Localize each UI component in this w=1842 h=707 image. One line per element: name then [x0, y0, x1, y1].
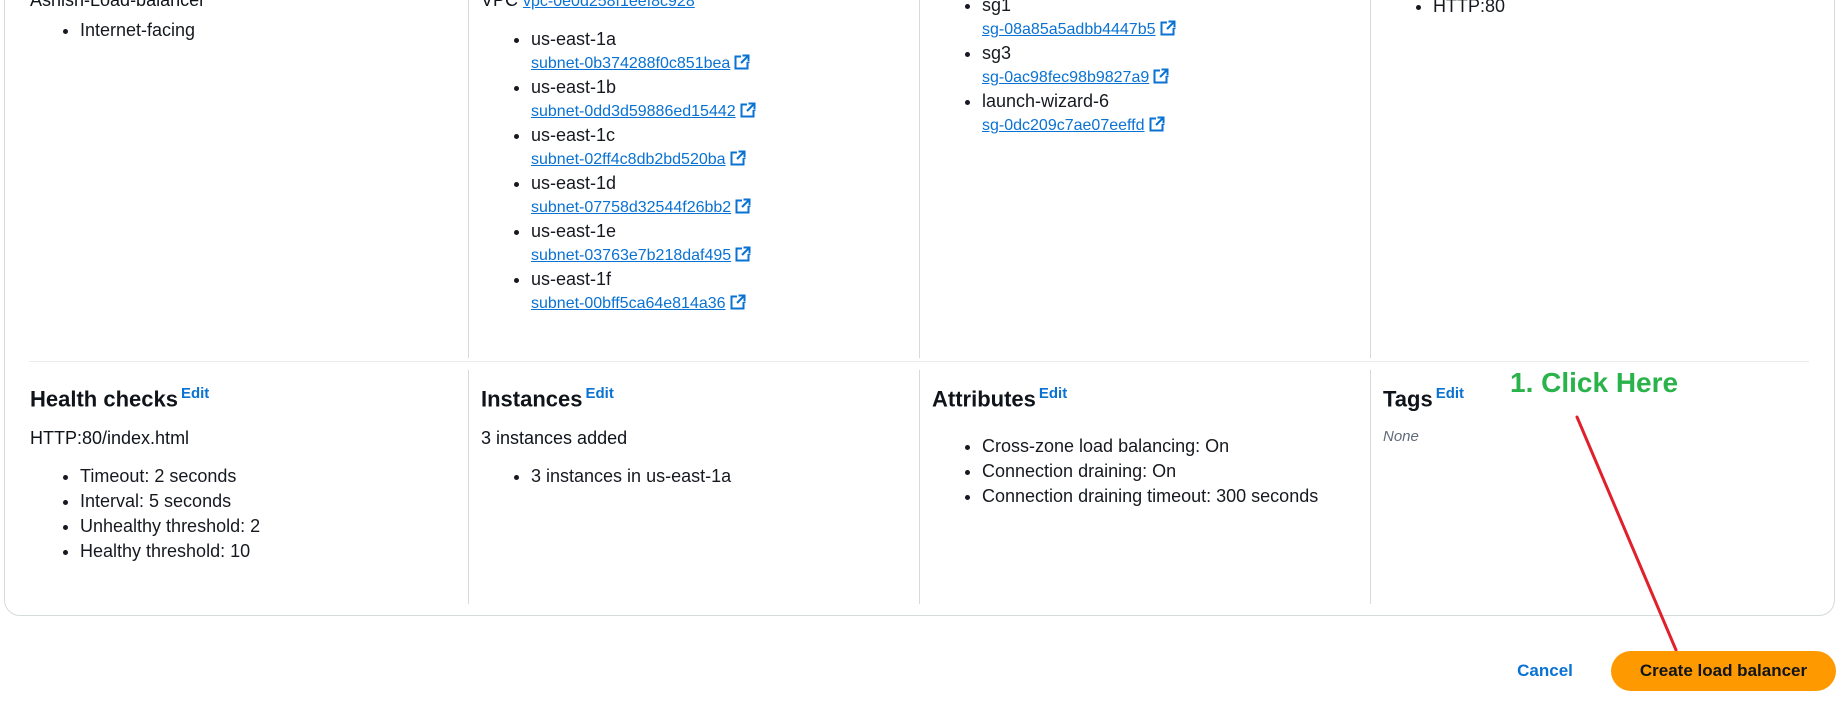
tags-title: Tags: [1383, 386, 1433, 412]
resource-link[interactable]: subnet-0b374288f0c851bea: [531, 55, 730, 72]
scheme-column: Ashish-Load-balancer Internet-facing: [30, 0, 205, 43]
column-divider: [468, 0, 469, 358]
resource-link-row: subnet-03763e7b218daf495: [531, 243, 756, 268]
network-column: VPC vpc-0e0d258f1eef8c928: [481, 0, 695, 11]
instances-item: 3 instances in us-east-1a: [531, 464, 731, 489]
attribute-item: Cross-zone load balancing: On: [982, 434, 1318, 459]
create-load-balancer-button[interactable]: Create load balancer: [1611, 651, 1836, 691]
list-item-label: us-east-1a: [531, 29, 617, 49]
health-check-item: Healthy threshold: 10: [80, 539, 260, 564]
attributes-edit-link[interactable]: Edit: [1039, 385, 1067, 402]
external-link-icon[interactable]: [740, 101, 756, 124]
resource-link[interactable]: sg-08a85a5adbb4447b5: [982, 21, 1156, 38]
list-item: launch-wizard-6 sg-0dc209c7ae07eeffd: [982, 90, 1176, 138]
list-item: sg1 sg-08a85a5adbb4447b5: [982, 0, 1176, 42]
vpc-label: VPC: [481, 0, 519, 10]
resource-link[interactable]: subnet-07758d32544f26bb2: [531, 199, 731, 216]
health-check-target: HTTP:80/index.html: [30, 428, 190, 449]
external-link-icon[interactable]: [730, 149, 746, 172]
resource-link[interactable]: sg-0ac98fec98b9827a9: [982, 69, 1149, 86]
scheme-item: Internet-facing: [80, 18, 205, 43]
list-item-label: us-east-1c: [531, 125, 616, 145]
annotation-label: 1. Click Here: [1510, 367, 1679, 398]
instances-title: Instances: [481, 386, 583, 412]
list-item: us-east-1e subnet-03763e7b218daf495: [531, 220, 756, 268]
attributes-heading: Attributes Edit: [932, 385, 1318, 412]
column-divider: [468, 370, 469, 604]
cancel-button[interactable]: Cancel: [1505, 651, 1585, 691]
security-group-list: sg1 sg-08a85a5adbb4447b5 sg3 sg-0ac98fec98b…: [932, 0, 1176, 138]
health-checks-section: Health checksEdit HTTP:80/index.html Tim…: [30, 385, 260, 564]
list-item-label: sg3: [982, 43, 1012, 63]
list-item-label: sg1: [982, 0, 1012, 15]
external-link-icon[interactable]: [734, 53, 751, 76]
vpc-link[interactable]: vpc-0e0d258f1eef8c928: [523, 0, 695, 10]
health-checks-title: Health checks: [30, 386, 178, 412]
list-item: us-east-1c subnet-02ff4c8db2bd520ba: [531, 124, 756, 172]
instances-edit-link[interactable]: Edit: [586, 385, 614, 402]
external-link-icon[interactable]: [735, 245, 752, 268]
resource-link[interactable]: subnet-0dd3d59886ed15442: [531, 103, 736, 120]
list-item: sg3 sg-0ac98fec98b9827a9: [982, 42, 1176, 90]
list-item-label: us-east-1f: [531, 269, 612, 289]
resource-link[interactable]: sg-0dc209c7ae07eeffd: [982, 117, 1145, 134]
tags-edit-link[interactable]: Edit: [1436, 385, 1464, 402]
attribute-item: Connection draining: On: [982, 459, 1318, 484]
external-link-icon[interactable]: [1160, 19, 1176, 42]
list-item-label: launch-wizard-6: [982, 91, 1110, 111]
row-divider: [29, 361, 1809, 362]
resource-link-row: subnet-0b374288f0c851bea: [531, 51, 756, 76]
instances-heading: Instances Edit: [481, 385, 731, 412]
health-checks-edit-link[interactable]: Edit: [181, 385, 209, 402]
tags-section: Tags Edit None: [1383, 385, 1464, 445]
health-check-item: Interval: 5 seconds: [80, 489, 260, 514]
list-item: us-east-1f subnet-00bff5ca64e814a36: [531, 268, 756, 316]
resource-link-row: sg-0dc209c7ae07eeffd: [982, 113, 1176, 138]
resource-link-row: sg-08a85a5adbb4447b5: [982, 17, 1176, 42]
listeners-column: HTTP:80: [1383, 0, 1505, 19]
resource-link[interactable]: subnet-00bff5ca64e814a36: [531, 295, 726, 312]
resource-link-row: sg-0ac98fec98b9827a9: [982, 65, 1176, 90]
resource-link[interactable]: subnet-03763e7b218daf495: [531, 247, 731, 264]
vpc-row: VPC vpc-0e0d258f1eef8c928: [481, 0, 695, 11]
health-checks-heading: Health checks Edit: [30, 385, 260, 412]
resource-link-row: subnet-0dd3d59886ed15442: [531, 99, 756, 124]
attributes-section: AttributesEdit Cross-zone load balancing…: [932, 385, 1318, 509]
subnet-list: us-east-1asubnet-0b374288f0c851beaus-eas…: [481, 28, 756, 316]
resource-link[interactable]: subnet-02ff4c8db2bd520ba: [531, 151, 726, 168]
load-balancer-name: Ashish-Load-balancer: [30, 0, 206, 10]
attributes-title: Attributes: [932, 386, 1036, 412]
tags-value: None: [1383, 428, 1419, 446]
attribute-item: Connection draining timeout: 300 seconds: [982, 484, 1318, 509]
list-item: us-east-1b subnet-0dd3d59886ed15442: [531, 76, 756, 124]
list-item-label: us-east-1d: [531, 173, 617, 193]
tags-heading: Tags Edit: [1383, 385, 1464, 412]
list-item: us-east-1d subnet-07758d32544f26bb2: [531, 172, 756, 220]
column-divider: [919, 0, 920, 358]
external-link-icon[interactable]: [735, 197, 752, 220]
instances-summary: 3 instances added: [481, 428, 628, 449]
resource-link-row: subnet-02ff4c8db2bd520ba: [531, 147, 756, 172]
column-divider: [919, 370, 920, 604]
health-check-item: Timeout: 2 seconds: [80, 464, 260, 489]
instances-section: InstancesEdit 3 instances added 3 instan…: [481, 385, 731, 489]
listener-item: HTTP:80: [1433, 0, 1505, 19]
resource-link-row: subnet-00bff5ca64e814a36: [531, 291, 756, 316]
list-item-label: us-east-1e: [531, 221, 617, 241]
column-divider: [1370, 0, 1371, 358]
health-check-item: Unhealthy threshold: 2: [80, 514, 260, 539]
list-item: us-east-1a subnet-0b374288f0c851bea: [531, 28, 756, 76]
external-link-icon[interactable]: [1153, 67, 1170, 90]
resource-link-row: subnet-07758d32544f26bb2: [531, 195, 756, 220]
column-divider: [1370, 370, 1371, 604]
external-link-icon[interactable]: [730, 293, 746, 316]
external-link-icon[interactable]: [1149, 115, 1165, 138]
list-item-label: us-east-1b: [531, 77, 617, 97]
